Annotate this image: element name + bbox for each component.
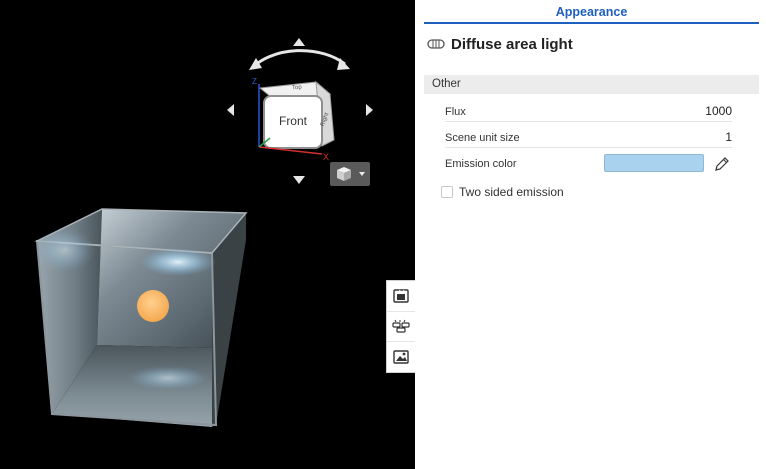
side-toolbar bbox=[386, 280, 415, 373]
flux-input[interactable]: 1000 bbox=[705, 104, 732, 118]
emission-color-swatch[interactable] bbox=[604, 154, 704, 172]
scene-unit-size-input[interactable]: 1 bbox=[725, 130, 732, 144]
scene-lights-button[interactable] bbox=[387, 311, 415, 342]
emission-color-label: Emission color bbox=[445, 158, 517, 170]
axis-z-label: Z bbox=[252, 77, 257, 86]
two-sided-emission-row: Two sided emission bbox=[441, 184, 564, 200]
edit-color-button[interactable] bbox=[713, 155, 731, 173]
section-header-other[interactable]: Other bbox=[424, 75, 759, 94]
scene-render: Front Top Right X Z bbox=[34, 49, 350, 427]
render-viewport[interactable]: Front Top Right X Z bbox=[0, 0, 415, 469]
environment-button[interactable] bbox=[387, 342, 415, 372]
pencil-icon bbox=[715, 157, 729, 171]
orbit-left-arrow-icon[interactable] bbox=[222, 101, 240, 119]
environment-icon bbox=[393, 350, 409, 364]
panel-title-text: Diffuse area light bbox=[451, 35, 573, 53]
orbit-up-arrow-icon[interactable] bbox=[290, 34, 308, 52]
view-cube[interactable]: Front Top Right X Z bbox=[249, 49, 350, 162]
scene-unit-size-label: Scene unit size bbox=[445, 132, 520, 144]
axis-x-label: X bbox=[323, 152, 329, 162]
view-dropdown-button[interactable] bbox=[330, 162, 370, 186]
orbit-down-arrow-icon[interactable] bbox=[290, 170, 308, 188]
two-sided-emission-label: Two sided emission bbox=[459, 185, 564, 199]
tab-appearance[interactable]: Appearance bbox=[424, 0, 759, 24]
appearance-panel: Appearance Diffuse area light Other Flux… bbox=[415, 0, 766, 469]
area-light-icon bbox=[427, 39, 445, 49]
cube-face-front: Front bbox=[279, 114, 308, 128]
area-light-sphere bbox=[137, 290, 169, 322]
scene-lights-icon bbox=[392, 319, 410, 333]
scene-unit-size-row: Scene unit size 1 bbox=[445, 128, 732, 148]
panel-title: Diffuse area light bbox=[427, 33, 573, 55]
flux-row: Flux 1000 bbox=[445, 102, 732, 122]
cube-view-dropdown-icon bbox=[337, 167, 365, 181]
cube-face-top: Top bbox=[292, 84, 303, 91]
orbit-right-arrow-icon[interactable] bbox=[360, 101, 378, 119]
render-settings-button[interactable] bbox=[387, 281, 415, 312]
two-sided-emission-checkbox[interactable] bbox=[441, 186, 453, 198]
flux-label: Flux bbox=[445, 106, 466, 118]
render-settings-icon bbox=[393, 289, 409, 303]
